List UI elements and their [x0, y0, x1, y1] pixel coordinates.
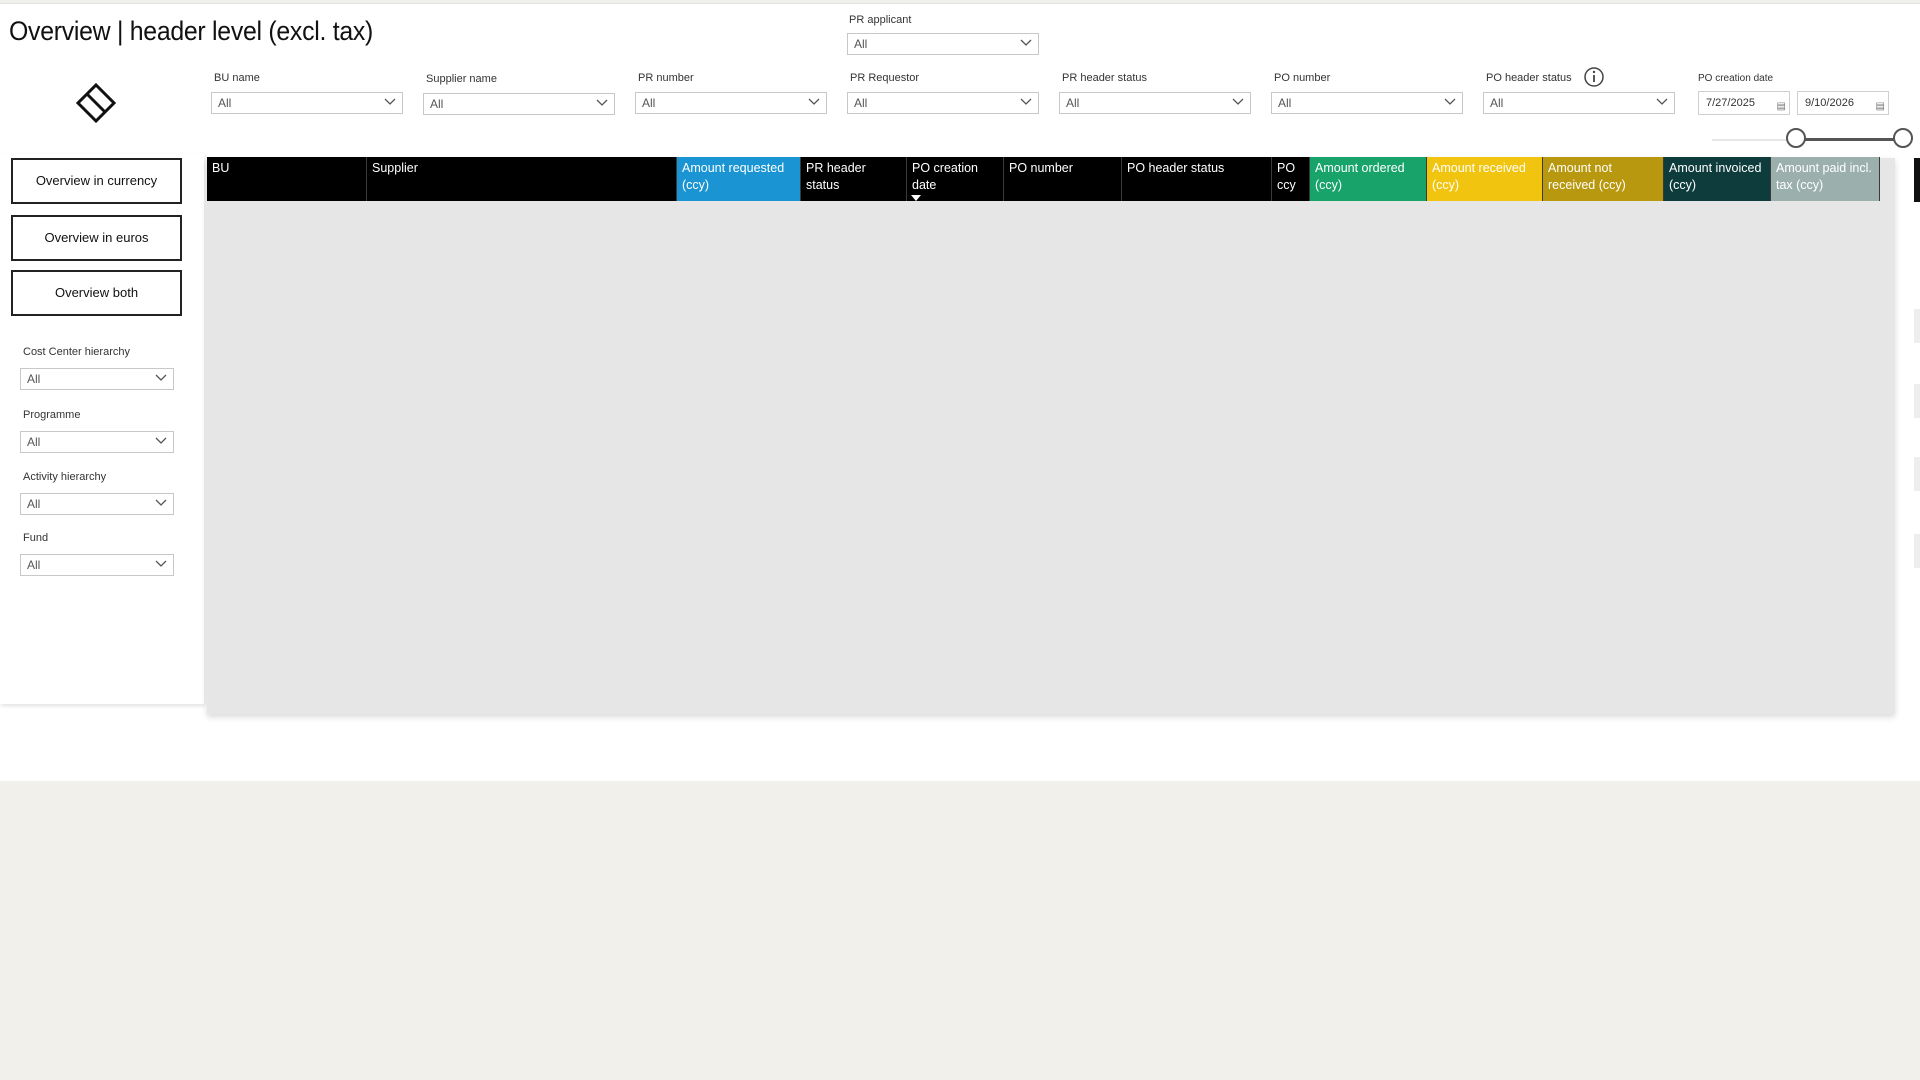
date-slider-end-handle[interactable]: [1893, 128, 1913, 148]
cost-center-label: Cost Center hierarchy: [23, 346, 130, 358]
column-header-label: PR header status: [806, 161, 866, 192]
po-number-dropdown[interactable]: All: [1271, 92, 1463, 114]
chevron-down-icon: [384, 98, 396, 105]
edge-marker: [1914, 384, 1920, 418]
column-header-label: Amount not received (ccy): [1548, 161, 1626, 192]
table-header-row: BU Supplier Amount requested (ccy) PR he…: [207, 157, 1880, 201]
po-creation-end-date[interactable]: 9/10/2026 ▤: [1797, 91, 1889, 115]
bu-name-dropdown[interactable]: All: [211, 92, 403, 114]
chevron-down-icon: [808, 98, 820, 105]
activity-hierarchy-dropdown[interactable]: All: [20, 493, 174, 515]
column-header-label: PO number: [1009, 161, 1073, 175]
column-header-supplier[interactable]: Supplier: [367, 157, 677, 201]
column-header-label: Amount ordered (ccy): [1315, 161, 1405, 192]
pr-number-dropdown[interactable]: All: [635, 92, 827, 114]
diamond-logo-icon: [76, 83, 116, 123]
chevron-down-icon: [155, 437, 167, 444]
edge-marker: [1914, 534, 1920, 568]
column-header-po-number[interactable]: PO number: [1004, 157, 1122, 201]
column-header-label: PO creation date: [912, 161, 979, 192]
column-header-amount-ordered[interactable]: Amount ordered (ccy): [1310, 157, 1427, 201]
pr-requestor-label: PR Requestor: [850, 72, 920, 84]
bu-name-value: All: [218, 96, 232, 110]
column-header-amount-requested[interactable]: Amount requested (ccy): [677, 157, 801, 201]
column-header-po-ccy[interactable]: PO ccy: [1272, 157, 1310, 201]
cost-center-dropdown[interactable]: All: [20, 368, 174, 390]
column-header-pr-header-status[interactable]: PR header status: [801, 157, 907, 201]
pr-applicant-label: PR applicant: [849, 14, 912, 26]
pr-applicant-value: All: [854, 37, 868, 51]
date-slider-start-handle[interactable]: [1786, 128, 1806, 148]
calendar-icon[interactable]: ▤: [1876, 96, 1885, 118]
pr-header-status-value: All: [1066, 96, 1080, 110]
supplier-name-dropdown[interactable]: All: [423, 93, 615, 115]
fund-label: Fund: [23, 532, 49, 544]
pr-header-status-label: PR header status: [1062, 72, 1147, 84]
column-header-label: Supplier: [372, 161, 418, 175]
pr-header-status-dropdown[interactable]: All: [1059, 92, 1251, 114]
po-header-status-dropdown[interactable]: All: [1483, 92, 1675, 114]
chevron-down-icon: [1020, 98, 1032, 105]
po-creation-start-date[interactable]: 7/27/2025 ▤: [1698, 91, 1790, 115]
po-creation-date-label: PO creation date: [1698, 73, 1774, 84]
chevron-down-icon: [155, 560, 167, 567]
cost-center-value: All: [27, 372, 41, 386]
chevron-down-icon: [155, 499, 167, 506]
fund-dropdown[interactable]: All: [20, 554, 174, 576]
activity-hierarchy-value: All: [27, 497, 41, 511]
pr-number-label: PR number: [638, 72, 694, 84]
pr-applicant-dropdown[interactable]: All: [847, 33, 1039, 55]
table-body: [207, 158, 1895, 714]
column-header-label: Amount invoiced (ccy): [1669, 161, 1762, 192]
pr-number-value: All: [642, 96, 656, 110]
column-header-label: Amount received (ccy): [1432, 161, 1526, 192]
column-header-po-creation-date[interactable]: PO creation date: [907, 157, 1004, 201]
chevron-down-icon: [596, 99, 608, 106]
overview-in-euros-button[interactable]: Overview in euros: [11, 215, 182, 261]
chevron-down-icon: [1656, 98, 1668, 105]
column-header-label: Amount paid incl. tax (ccy): [1776, 161, 1872, 192]
column-header-label: BU: [212, 161, 230, 175]
sort-descending-icon: [911, 195, 921, 201]
calendar-icon[interactable]: ▤: [1777, 96, 1786, 118]
column-header-amount-received[interactable]: Amount received (ccy): [1427, 157, 1543, 201]
po-header-status-label: PO header status: [1486, 72, 1572, 84]
po-number-value: All: [1278, 96, 1292, 110]
scroll-edge-indicator: [1914, 158, 1920, 202]
bu-name-label: BU name: [214, 72, 260, 84]
column-header-amount-paid[interactable]: Amount paid incl. tax (ccy): [1771, 157, 1880, 201]
column-header-po-header-status[interactable]: PO header status: [1122, 157, 1272, 201]
end-date-value: 9/10/2026: [1805, 97, 1854, 109]
page-title: Overview | header level (excl. tax): [9, 16, 374, 46]
pr-requestor-dropdown[interactable]: All: [847, 92, 1039, 114]
supplier-name-label: Supplier name: [426, 73, 497, 85]
overview-in-currency-button[interactable]: Overview in currency: [11, 158, 182, 204]
pr-requestor-value: All: [854, 96, 868, 110]
po-header-status-value: All: [1490, 96, 1504, 110]
column-header-label: PO ccy: [1277, 161, 1296, 192]
po-number-label: PO number: [1274, 72, 1331, 84]
chevron-down-icon: [1020, 39, 1032, 46]
column-header-amount-invoiced[interactable]: Amount invoiced (ccy): [1664, 157, 1771, 201]
column-header-bu[interactable]: BU: [207, 157, 367, 201]
column-header-amount-not-received[interactable]: Amount not received (ccy): [1543, 157, 1664, 201]
start-date-value: 7/27/2025: [1706, 97, 1755, 109]
programme-value: All: [27, 435, 41, 449]
chevron-down-icon: [155, 374, 167, 381]
column-header-label: Amount requested (ccy): [682, 161, 785, 192]
edge-marker: [1914, 309, 1920, 343]
chevron-down-icon: [1444, 98, 1456, 105]
date-slider-range: [1794, 138, 1902, 141]
edge-marker: [1914, 457, 1920, 491]
supplier-name-value: All: [430, 97, 444, 111]
chevron-down-icon: [1232, 98, 1244, 105]
programme-label: Programme: [23, 409, 81, 421]
column-header-label: PO header status: [1127, 161, 1225, 175]
programme-dropdown[interactable]: All: [20, 431, 174, 453]
report-canvas: Overview | header level (excl. tax) PR a…: [0, 3, 1920, 781]
activity-hierarchy-label: Activity hierarchy: [23, 471, 107, 483]
fund-value: All: [27, 558, 41, 572]
info-icon[interactable]: [1583, 66, 1605, 88]
overview-both-button[interactable]: Overview both: [11, 270, 182, 316]
